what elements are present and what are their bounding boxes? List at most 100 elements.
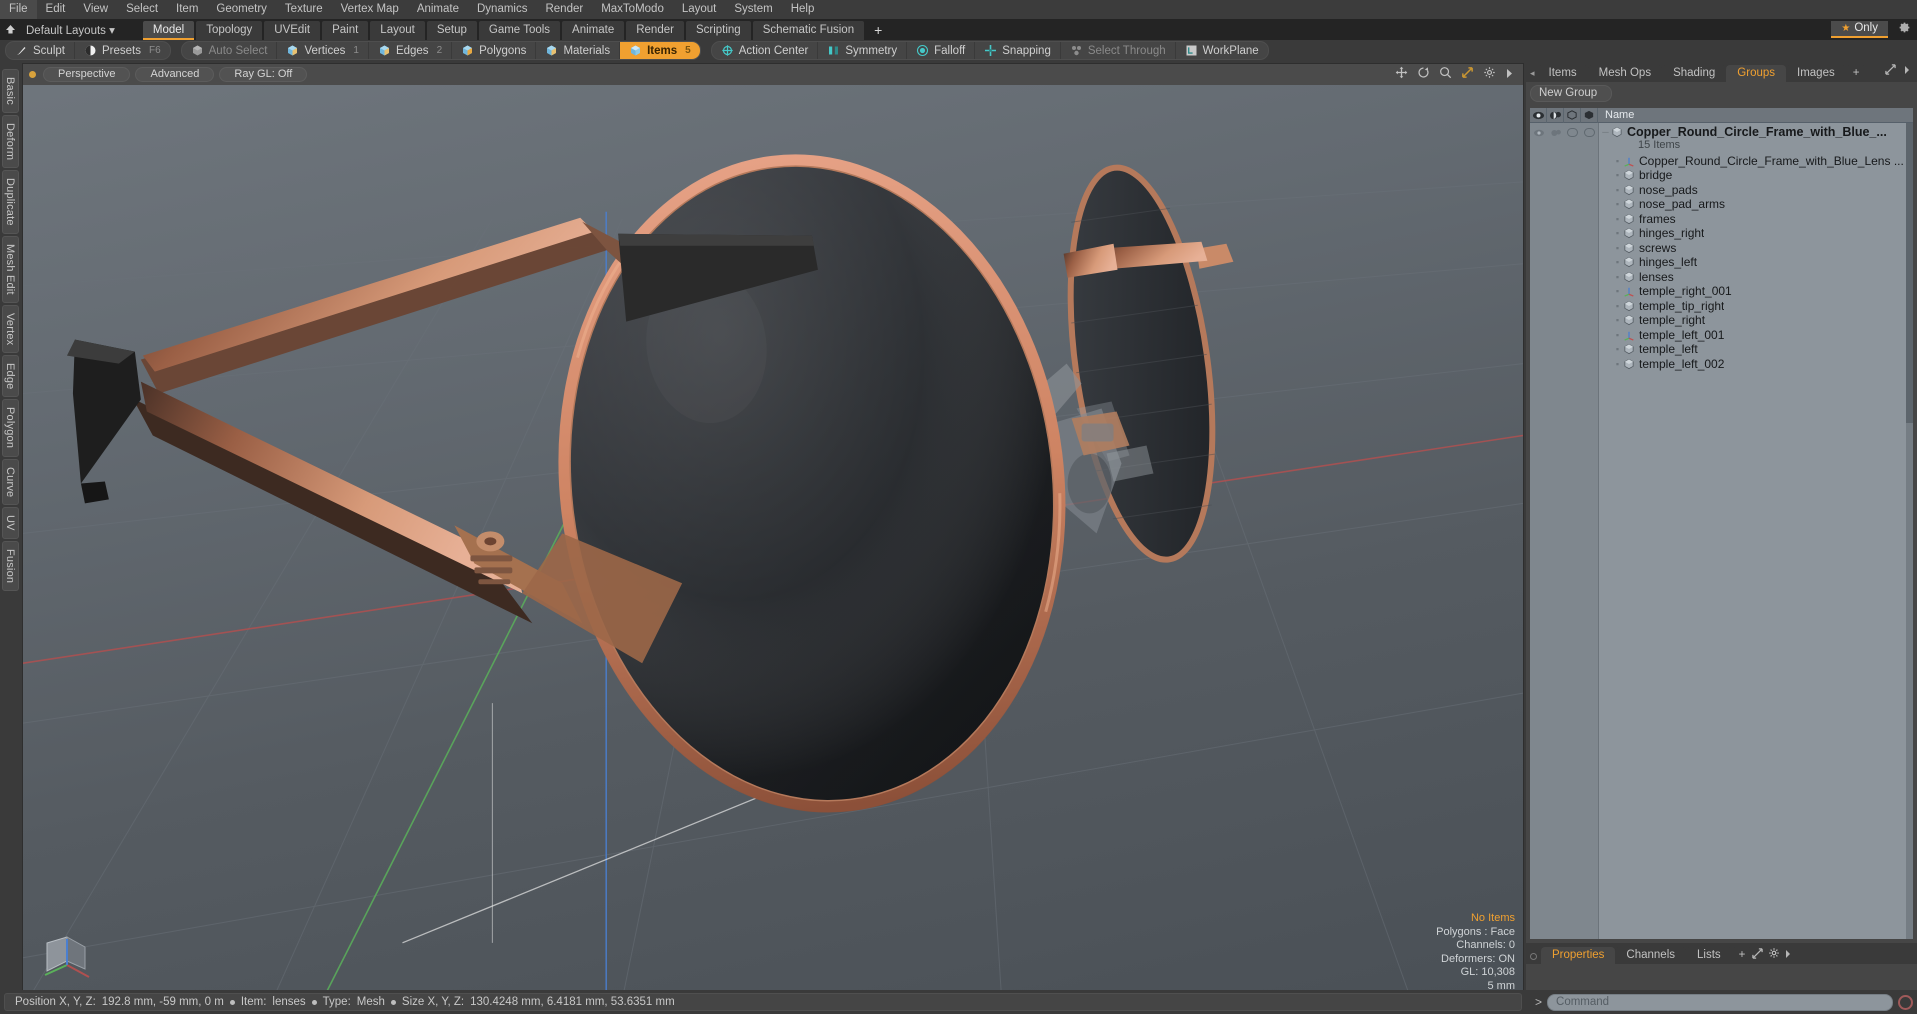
menu-item-render[interactable]: Render [536,0,592,19]
select-through-button[interactable]: Select Through [1061,42,1176,59]
fit-icon[interactable] [1461,66,1474,84]
left-tab-basic[interactable]: Basic [2,69,19,113]
lock-outline-icon[interactable] [1564,107,1581,123]
default-layouts-dropdown[interactable]: Default Layouts ▾ [20,23,121,37]
home-icon[interactable] [0,19,20,40]
layout-tab-scripting[interactable]: Scripting [685,21,751,40]
list-item[interactable]: ▪ temple_tip_right [1600,298,1913,313]
layout-tab-animate[interactable]: Animate [562,21,625,40]
list-item[interactable]: ▪ nose_pads [1600,182,1913,197]
tab-properties[interactable]: Properties [1541,947,1616,964]
left-tab-fusion[interactable]: Fusion [2,540,19,591]
tab-items[interactable]: Items [1537,65,1588,82]
tab-groups[interactable]: Groups [1726,65,1787,82]
menu-item-edit[interactable]: Edit [37,0,75,19]
list-item[interactable]: ▪ bridge [1600,168,1913,183]
list-item[interactable]: ▪ screws [1600,240,1913,255]
menu-item-help[interactable]: Help [782,0,824,19]
add-panel-tab-button[interactable]: + [1845,65,1867,82]
group-item-list[interactable]: ─ Copper_Round_Circle_Frame_with_Blue_..… [1530,123,1913,939]
shade-icon[interactable] [1547,107,1564,123]
chevron-right-icon[interactable] [1903,62,1911,80]
list-item[interactable]: ▪ nose_pad_arms [1600,197,1913,212]
menu-item-layout[interactable]: Layout [673,0,726,19]
gear-icon[interactable] [1483,66,1496,84]
only-toggle-button[interactable]: ★ Only [1831,21,1888,38]
layout-tab-topology[interactable]: Topology [196,21,263,40]
tab-mesh-ops[interactable]: Mesh Ops [1587,65,1663,82]
record-circle-icon[interactable] [1898,994,1913,1010]
tab-lists[interactable]: Lists [1686,947,1732,964]
chevron-right-icon[interactable] [1784,946,1792,963]
layout-tab-game-tools[interactable]: Game Tools [478,21,561,40]
tree-expand-icon[interactable]: ─ [1600,127,1611,137]
items-button[interactable]: Items 5 [620,42,700,59]
list-scrollbar[interactable] [1906,123,1913,939]
left-tab-polygon[interactable]: Polygon [2,399,19,457]
layout-tab-layout[interactable]: Layout [370,21,425,40]
add-bottom-tab-button[interactable]: + [1731,947,1753,964]
scrollbar-thumb[interactable] [1906,123,1913,423]
panel-menu-dot-icon[interactable] [1530,953,1537,960]
viewport-shading-mode-button[interactable]: Advanced [135,67,215,82]
action-center-button[interactable]: Action Center [712,42,819,59]
expand-icon[interactable] [1752,946,1767,963]
new-group-button[interactable]: New Group [1530,85,1613,102]
snapping-button[interactable]: Snapping [975,42,1061,59]
tab-channels[interactable]: Channels [1615,947,1687,964]
gear-icon[interactable] [1898,21,1911,39]
viewport-raygl-button[interactable]: Ray GL: Off [219,67,308,82]
auto-select-button[interactable]: Auto Select [182,42,278,59]
chevron-left-icon[interactable]: ◂ [1528,68,1538,82]
list-item[interactable]: ▪ hinges_left [1600,255,1913,270]
rotate-icon[interactable] [1417,66,1430,84]
workplane-button[interactable]: WorkPlane [1176,42,1268,59]
menu-item-system[interactable]: System [725,0,781,19]
vertices-button[interactable]: Vertices 1 [277,42,369,59]
layout-tab-uvedit[interactable]: UVEdit [264,21,321,40]
symmetry-button[interactable]: Symmetry [818,42,908,59]
falloff-button[interactable]: Falloff [907,42,976,59]
axis-gizmo[interactable] [37,925,97,985]
menu-item-vertex-map[interactable]: Vertex Map [332,0,408,19]
list-item[interactable]: ▪ temple_right_001 [1600,284,1913,299]
menu-item-texture[interactable]: Texture [276,0,332,19]
tab-shading[interactable]: Shading [1662,65,1727,82]
viewport-view-mode-button[interactable]: Perspective [43,67,131,82]
menu-item-maxtomodo[interactable]: MaxToModo [592,0,673,19]
menu-item-dynamics[interactable]: Dynamics [468,0,536,19]
list-item[interactable]: ▪ temple_left [1600,342,1913,357]
viewport-menu-dot-icon[interactable] [29,71,36,78]
row-shade-toggle[interactable] [1547,128,1564,138]
list-item[interactable]: ▪ hinges_right [1600,226,1913,241]
menu-item-select[interactable]: Select [117,0,167,19]
row-eye-toggle[interactable] [1530,129,1547,137]
eye-icon[interactable] [1530,107,1547,123]
layout-tab-paint[interactable]: Paint [322,21,369,40]
left-tab-duplicate[interactable]: Duplicate [2,170,19,234]
zoom-icon[interactable] [1439,66,1452,84]
materials-button[interactable]: Materials [536,42,621,59]
layout-tab-model[interactable]: Model [142,21,195,40]
list-item[interactable]: ▪ lenses [1600,269,1913,284]
menu-item-file[interactable]: File [0,0,37,19]
gear-icon[interactable] [1768,946,1784,963]
left-tab-deform[interactable]: Deform [2,114,19,169]
list-item[interactable]: ▪ Copper_Round_Circle_Frame_with_Blue_Le… [1600,153,1913,168]
layout-tab-schematic-fusion[interactable]: Schematic Fusion [752,21,865,40]
list-item[interactable]: ▪ temple_right [1600,313,1913,328]
list-item[interactable]: ▪ frames [1600,211,1913,226]
left-tab-vertex[interactable]: Vertex [2,304,19,353]
group-header-row[interactable]: ─ Copper_Round_Circle_Frame_with_Blue_..… [1600,124,1913,139]
add-layout-tab-button[interactable]: + [866,21,890,40]
sculpt-button[interactable]: Sculpt [6,42,75,59]
row-lock-toggle-a[interactable] [1564,128,1581,137]
menu-item-geometry[interactable]: Geometry [207,0,276,19]
layout-tab-render[interactable]: Render [626,21,684,40]
3d-viewport[interactable]: Perspective Advanced Ray GL: Off No Item… [22,63,1524,1000]
menu-item-item[interactable]: Item [167,0,207,19]
command-input[interactable]: Command [1547,993,1893,1011]
expand-icon[interactable] [1885,62,1896,80]
chevron-right-icon[interactable] [1505,66,1514,84]
left-tab-curve[interactable]: Curve [2,458,19,505]
